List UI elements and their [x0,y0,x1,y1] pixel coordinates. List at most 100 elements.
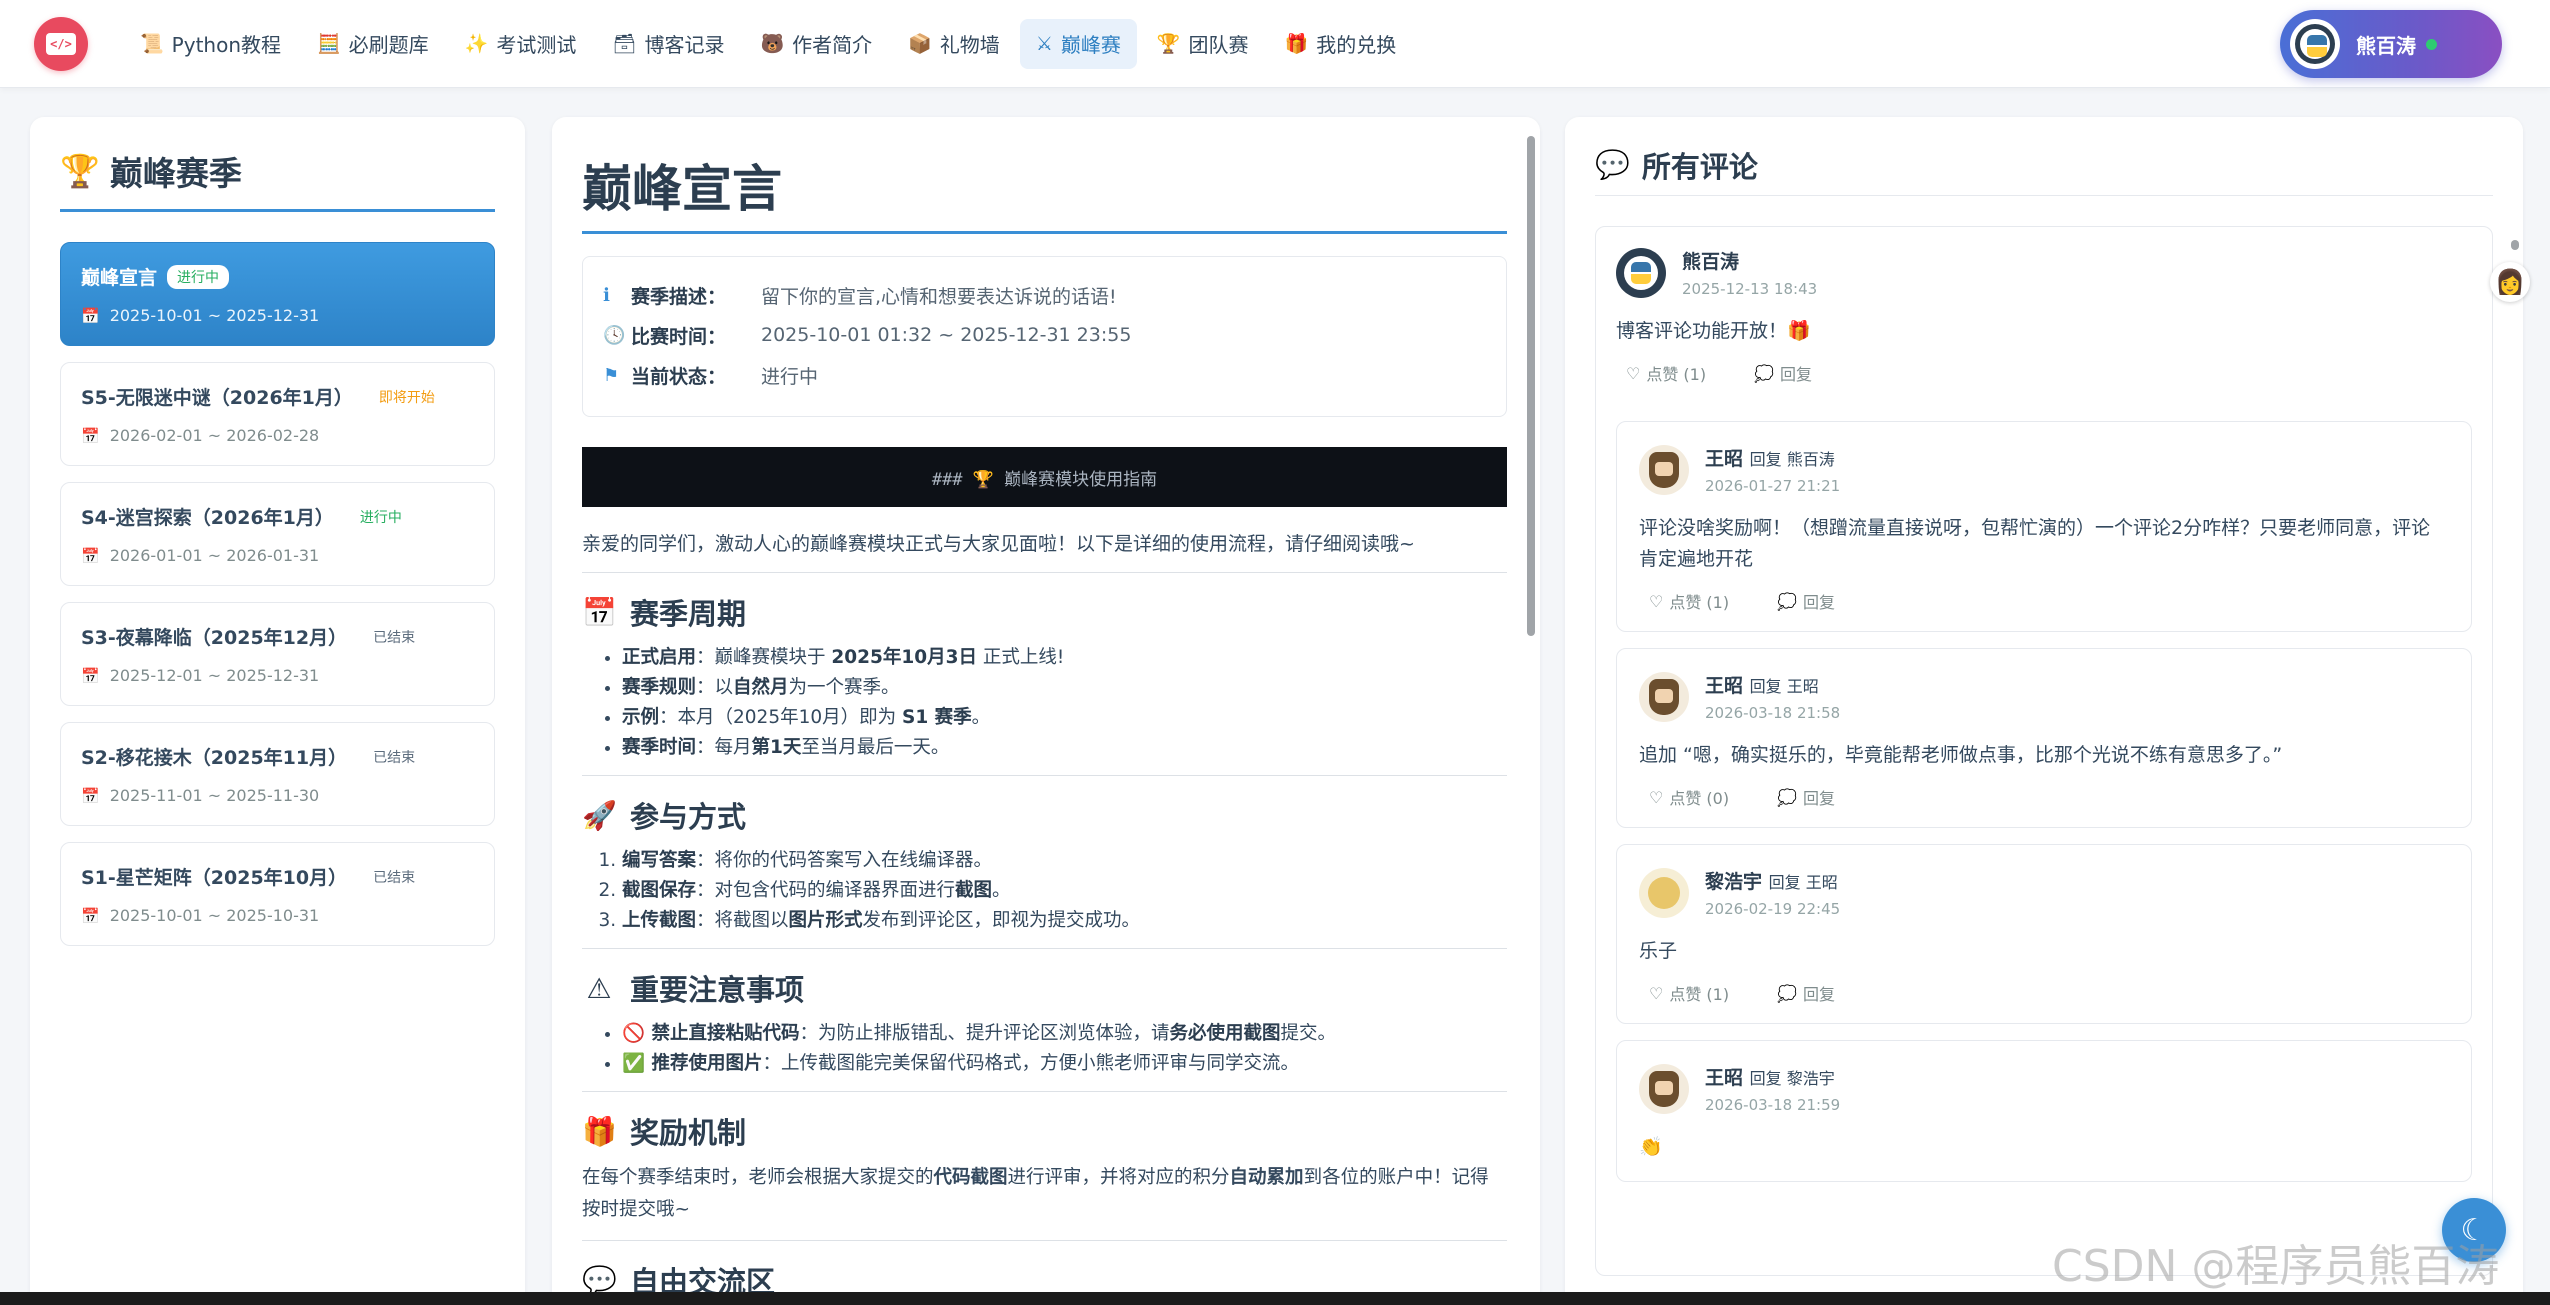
comment-avatar [1616,247,1666,298]
comment-author: 王昭 [1705,448,1744,470]
season-list-panel: 🏆 巅峰赛季 巅峰宣言 进行中 📅 2025-10-01 ~ 2025-12-31 S5… [30,117,525,1305]
reply-button[interactable]: 💭 回复 [1754,361,1812,385]
season-card[interactable]: S2-移花接木（2025年11月） 已结束 📅 2025-11-01 ~ 2025-1… [60,722,495,826]
comment-header: 熊百涛 2025-12-13 18:43 [1616,247,2472,298]
season-card[interactable]: S3-夜幕降临（2025年12月） 已结束 📅 2025-12-01 ~ 2025-1… [60,602,495,706]
list-item: 截图保存：对包含代码的编译器界面进行截图。 [622,876,1507,906]
comment-time: 2026-03-18 21:58 [1705,704,1841,722]
online-status-dot [2426,38,2437,50]
nav-item-8[interactable]: 🎁 我的兑换 [1269,19,1413,69]
nav-item-1[interactable]: 🧮 必刷题库 [301,19,445,69]
nav-item-6[interactable]: ⚔ 巅峰赛 [1019,18,1137,69]
nav-item-4[interactable]: 🐻 作者简介 [744,19,888,69]
guide-section-heading: ⚠ 重要注意事项 [582,967,1507,1009]
nav-label: 博客记录 [644,33,725,57]
info-key: 比赛时间： [631,325,727,348]
like-button[interactable]: ♡ 点赞 (1) [1649,589,1729,613]
season-card[interactable]: 巅峰宣言 进行中 📅 2025-10-01 ~ 2025-12-31 [60,242,495,346]
watermark: CSDN @程序员熊百涛 [2052,1241,2500,1292]
list-item-bold: 务必使用截图 [1169,1023,1281,1044]
comment-header: 王昭 回复 黎浩宇 2026-03-18 21:59 [1639,1063,2449,1114]
reply-button[interactable]: 💭 回复 [1777,785,1835,809]
comment-meta: 黎浩宇 回复 王昭 2026-02-19 22:45 [1705,867,1840,918]
section-title: 重要注意事项 [630,973,805,1007]
calendar-icon: 📅 [81,786,100,805]
season-info-row: 🕓 比赛时间： 2025-10-01 01:32 ~ 2025-12-31 23:5… [603,315,1486,355]
scrollbar-thumb[interactable] [2511,240,2519,250]
guide-section-list: 正式启用：巅峰赛模块于 2025年10月3日 正式上线!赛季规则：以自然月为一个… [582,643,1507,776]
reply-button[interactable]: 💭 回复 [1777,589,1835,613]
comments-scrollbar[interactable] [2510,240,2520,1240]
info-key: 赛季描述： [631,285,727,308]
nav-item-3[interactable]: 🗃 博客记录 [596,19,740,69]
nav-item-0[interactable]: 📜 Python教程 [124,19,297,69]
user-menu[interactable]: 熊百涛 [2280,10,2502,78]
list-item: 赛季时间：每月第1天至当月最后一天。 [622,733,1507,763]
like-label: 点赞 (1) [1669,593,1730,612]
comment-time: 2025-12-13 18:43 [1682,280,1818,298]
speech-bubble-icon: 💭 [1777,591,1798,611]
window-bottom-edge [0,1292,2550,1305]
season-date: 2026-01-01 ~ 2026-01-31 [109,546,320,565]
nav-label: 考试测试 [496,33,577,57]
comment-author: 熊百涛 [1682,251,1740,273]
list-item: 赛季规则：以自然月为一个赛季。 [622,673,1507,703]
season-date-row: 📅 2026-02-01 ~ 2026-02-28 [81,426,474,445]
season-card[interactable]: S5-无限迷中谜（2026年1月） 即将开始 📅 2026-02-01 ~ 2026-… [60,362,495,466]
gift-icon: 🎁 [582,1114,617,1148]
like-button[interactable]: ♡ 点赞 (1) [1626,361,1706,385]
nav-icon: ✨ [464,33,489,55]
season-name: S4-迷宫探索（2026年1月） [81,507,334,529]
season-name: S5-无限迷中谜（2026年1月） [81,387,353,409]
reply-card: 王昭 回复 王昭 2026-03-18 21:58 追加 “嗯，确实挺乐的，毕竟能帮… [1616,648,2472,828]
nav-item-5[interactable]: 📦 礼物墙 [892,19,1016,69]
info-icon: ℹ [603,284,610,306]
clock-icon: 🕓 [603,324,626,346]
like-button[interactable]: ♡ 点赞 (0) [1649,785,1729,809]
guide-sections: 📅赛季周期正式启用：巅峰赛模块于 2025年10月3日 正式上线!赛季规则：以自… [582,591,1507,1092]
calendar-icon: 📅 [81,426,100,445]
nav-menu: 📜 Python教程 🧮 必刷题库 ✨ 考试测试 🗃 博客记录 🐻 作者简介 📦 礼物墙 ⚔ 巅峰赛 🏆 团队… [124,18,1416,69]
scrollbar-thumb[interactable] [1527,136,1535,636]
site-logo[interactable]: </> [34,16,88,71]
detail-scrollbar[interactable] [1525,122,1537,1302]
nav-icon: 🐻 [760,33,785,55]
comment-avatar [1639,867,1689,918]
list-item: 🚫 禁止直接粘贴代码：为防止排版错乱、提升评论区浏览体验，请务必使用截图提交。 [622,1019,1507,1049]
reply-card: 黎浩宇 回复 王昭 2026-02-19 22:45 乐子 ♡ 点赞 (1) 💭 回复 [1616,844,2472,1024]
list-item-text: 为一个赛季。 [788,677,900,698]
season-card[interactable]: S1-星芒矩阵（2025年10月） 已结束 📅 2025-10-01 ~ 2025-1… [60,842,495,946]
list-item: 编写答案：将你的代码答案写入在线编译器。 [622,846,1507,876]
heart-icon: ♡ [1626,363,1641,383]
calendar-icon: 📅 [81,306,100,325]
nav-item-7[interactable]: 🏆 团队赛 [1141,19,1265,69]
comment-meta: 王昭 回复 黎浩宇 2026-03-18 21:59 [1705,1063,1840,1114]
list-item-text: ：以 [696,677,734,698]
warning-icon: ⚠ [586,971,612,1005]
list-item-bold: 正式启用 [622,647,697,668]
floating-assistant-avatar[interactable]: 👩 [2490,262,2530,302]
like-button[interactable]: ♡ 点赞 (1) [1649,981,1729,1005]
season-status-badge: 即将开始 [378,389,435,406]
reply-target: 回复 王昭 [1768,873,1838,892]
nav-label: 必刷题库 [348,33,429,57]
list-item: ✅ 推荐使用图片：上传截图能完美保留代码格式，方便小熊老师评审与同学交流。 [622,1049,1507,1079]
reply-button[interactable]: 💭 回复 [1777,981,1835,1005]
heart-icon: ♡ [1649,591,1664,611]
list-item-bold: 第1天 [751,737,802,758]
reply-target: 回复 黎浩宇 [1749,1069,1835,1088]
nav-item-2[interactable]: ✨ 考试测试 [449,19,593,69]
season-card[interactable]: S4-迷宫探索（2026年1月） 进行中 📅 2026-01-01 ~ 2026-01… [60,482,495,586]
season-date-row: 📅 2026-01-01 ~ 2026-01-31 [81,546,474,565]
list-item-text: ：巅峰赛模块于 [696,647,832,668]
comment-author: 王昭 [1705,1067,1744,1089]
season-name: 巅峰宣言 [81,267,158,289]
comment-time: 2026-01-27 21:21 [1705,477,1841,495]
comment-body: 乐子 [1639,940,1678,962]
list-item-text: ：每月 [696,737,752,758]
comment-avatar [1639,671,1689,722]
reply-target: 回复 熊百涛 [1749,450,1835,469]
list-item-bold: 图片形式 [788,910,863,931]
list-item-text: ：为防止排版错乱、提升评论区浏览体验，请 [799,1023,1170,1044]
info-value: 留下你的宣言,心情和想要表达诉说的话语! [761,285,1117,308]
